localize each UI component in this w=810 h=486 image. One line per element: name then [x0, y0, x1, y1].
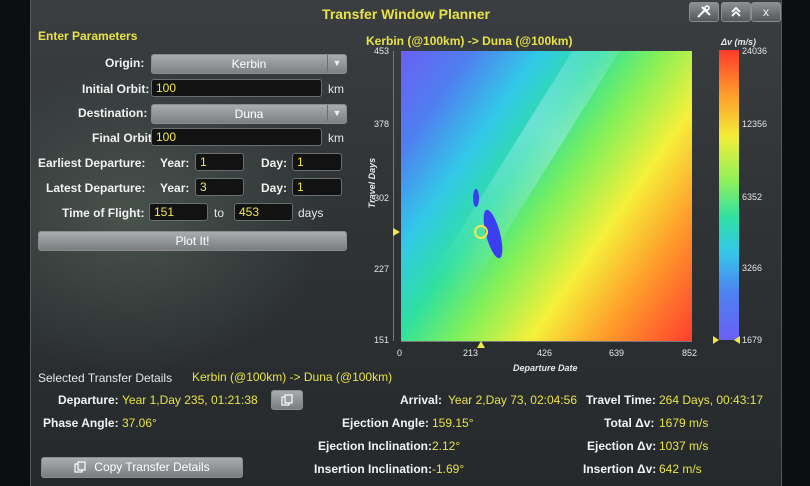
tof-max-input[interactable]: [234, 203, 293, 221]
plot-title: Kerbin (@100km) -> Duna (@100km): [366, 34, 573, 48]
chevron-down-icon: ▼: [327, 105, 346, 121]
ejection-angle-label: Ejection Angle:: [342, 416, 429, 430]
latest-departure-label: Latest Departure:: [46, 181, 146, 195]
x-tick: 639: [609, 348, 625, 358]
porkchop-plot[interactable]: [401, 51, 692, 341]
close-icon: x: [763, 5, 769, 19]
destination-label: Destination:: [78, 106, 148, 120]
final-orbit-input[interactable]: [151, 128, 322, 146]
arrival-label: Arrival:: [400, 393, 443, 407]
window-title: Transfer Window Planner: [322, 6, 490, 22]
copy-transfer-details-label: Copy Transfer Details: [94, 460, 210, 474]
x-tick: 0: [397, 348, 403, 358]
collapse-button[interactable]: [721, 2, 751, 22]
colorbar-tick: 12356: [742, 119, 768, 129]
x-pointer-icon: [477, 341, 486, 348]
copy-icon: [281, 394, 293, 406]
earliest-departure-label: Earliest Departure:: [38, 156, 146, 170]
details-header: Selected Transfer Details: [38, 371, 173, 385]
insertion-inclination-label: Insertion Inclination:: [314, 462, 433, 476]
origin-label: Origin:: [105, 56, 145, 70]
settings-icon: [697, 5, 711, 18]
departure-label: Departure:: [58, 393, 119, 407]
insertion-dv-value: 642 m/s: [659, 462, 702, 476]
close-button[interactable]: x: [751, 2, 781, 22]
initial-orbit-label: Initial Orbit:: [82, 82, 150, 96]
y-axis-line: [393, 51, 394, 341]
final-orbit-label: Final Orbit:: [92, 131, 156, 145]
initial-orbit-input[interactable]: [151, 79, 322, 97]
chevron-down-icon: ▼: [327, 55, 346, 71]
ejection-angle-value: 159.15°: [432, 416, 474, 430]
earliest-year-label: Year:: [160, 156, 190, 170]
ejection-dv-value: 1037 m/s: [659, 439, 709, 453]
time-of-flight-label: Time of Flight:: [62, 206, 145, 220]
x-axis-line: [401, 341, 692, 342]
colorbar-tick: 3266: [742, 263, 763, 273]
latest-day-input[interactable]: [292, 178, 342, 196]
x-tick: 426: [537, 348, 553, 358]
y-tick: 151: [374, 335, 390, 345]
origin-dropdown[interactable]: Kerbin ▼: [151, 54, 347, 74]
y-axis-label: Travel Days: [367, 157, 377, 209]
phase-angle-value: 37.06°: [122, 416, 157, 430]
params-header: Enter Parameters: [38, 29, 138, 43]
colorbar-pointer-left-icon: [713, 336, 719, 344]
phase-angle-label: Phase Angle:: [43, 416, 119, 430]
latest-day-label: Day:: [261, 181, 288, 195]
y-tick: 227: [374, 264, 390, 274]
copy-departure-button[interactable]: [271, 390, 303, 410]
earliest-year-input[interactable]: [195, 153, 244, 171]
latest-year-input[interactable]: [195, 178, 244, 196]
copy-transfer-details-button[interactable]: Copy Transfer Details: [41, 457, 243, 478]
total-dv-value: 1679 m/s: [659, 416, 709, 430]
earliest-day-input[interactable]: [292, 153, 342, 171]
colorbar: [719, 50, 739, 340]
colorbar-pointer-right-icon: [734, 336, 740, 344]
copy-icon: [74, 461, 86, 473]
travel-time-value: 264 Days, 00:43:17: [659, 393, 764, 407]
earliest-day-label: Day:: [261, 156, 288, 170]
y-tick: 453: [374, 46, 390, 56]
details-route: Kerbin (@100km) -> Duna (@100km): [192, 370, 393, 384]
colorbar-tick: 24036: [742, 46, 768, 56]
insertion-inclination-value: -1.69°: [432, 462, 465, 476]
final-orbit-unit: km: [328, 131, 344, 145]
plot-button[interactable]: Plot It!: [38, 231, 347, 251]
x-tick: 852: [682, 348, 698, 358]
insertion-dv-label: Insertion Δv:: [583, 462, 657, 476]
colorbar-tick: 1679: [742, 335, 763, 345]
ejection-dv-label: Ejection Δv:: [587, 439, 657, 453]
latest-year-label: Year:: [160, 181, 190, 195]
destination-dropdown[interactable]: Duna ▼: [151, 104, 347, 124]
origin-value: Kerbin: [231, 57, 267, 71]
ejection-inclination-value: 2.12°: [432, 439, 461, 453]
destination-value: Duna: [234, 107, 264, 121]
x-axis-label: Departure Date: [513, 363, 578, 373]
y-pointer-icon: [393, 228, 400, 237]
collapse-icon: [731, 6, 741, 17]
total-dv-label: Total Δv:: [604, 416, 655, 430]
transfer-window-planner: Transfer Window Planner x Enter Paramete…: [30, 0, 782, 486]
settings-button[interactable]: [689, 2, 719, 22]
travel-time-label: Travel Time:: [586, 393, 656, 407]
tof-to-label: to: [214, 206, 225, 220]
tof-min-input[interactable]: [149, 203, 208, 221]
tof-unit: days: [298, 206, 324, 220]
initial-orbit-unit: km: [328, 82, 344, 96]
arrival-value: Year 2,Day 73, 02:04:56: [448, 393, 577, 407]
departure-value: Year 1,Day 235, 01:21:38: [122, 393, 258, 407]
x-tick: 213: [463, 348, 479, 358]
ejection-inclination-label: Ejection Inclination:: [318, 439, 433, 453]
colorbar-tick: 6352: [742, 192, 763, 202]
